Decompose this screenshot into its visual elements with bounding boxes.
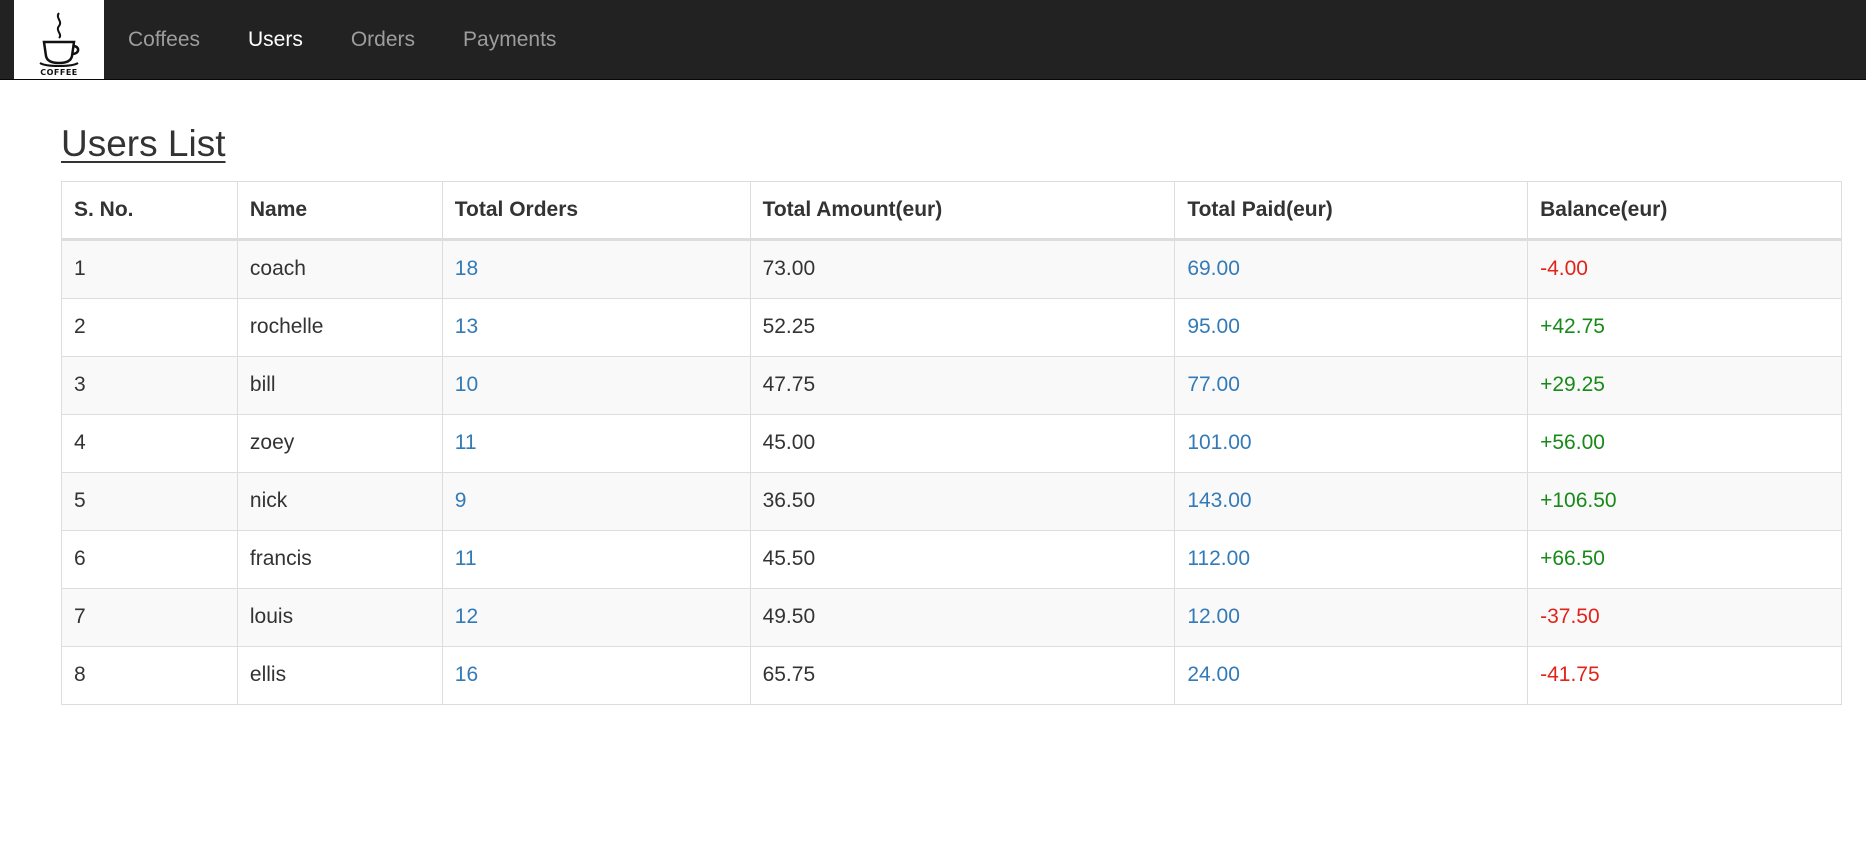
cell-sno: 4	[61, 413, 238, 473]
cell-balance: -4.00	[1527, 238, 1842, 299]
cell-total-paid-link[interactable]: 24.00	[1174, 645, 1529, 705]
cell-sno: 8	[61, 645, 238, 705]
cell-total-amount: 49.50	[749, 587, 1176, 647]
cell-sno: 6	[61, 529, 238, 589]
cell-balance: +29.25	[1527, 355, 1842, 415]
cell-balance: +56.00	[1527, 413, 1842, 473]
cell-total-paid-link[interactable]: 69.00	[1174, 238, 1529, 299]
cell-total-amount: 65.75	[749, 645, 1176, 705]
cell-balance: -37.50	[1527, 587, 1842, 647]
nav-item-payments[interactable]: Payments	[439, 0, 580, 79]
table-row: 6 francis 11 45.50 112.00 +66.50	[61, 529, 1842, 589]
coffee-cup-icon	[39, 12, 80, 67]
cell-sno: 3	[61, 355, 238, 415]
page-title: Users List	[61, 123, 226, 164]
cell-total-paid-link[interactable]: 95.00	[1174, 297, 1529, 357]
cell-total-paid-link[interactable]: 112.00	[1174, 529, 1529, 589]
table-row: 7 louis 12 49.50 12.00 -37.50	[61, 587, 1842, 647]
cell-total-amount: 47.75	[749, 355, 1176, 415]
cell-total-amount: 45.00	[749, 413, 1176, 473]
nav-item-coffees[interactable]: Coffees	[104, 0, 224, 79]
table-header-row: S. No. Name Total Orders Total Amount(eu…	[61, 180, 1842, 241]
cell-name: francis	[236, 529, 443, 589]
cell-total-orders-link[interactable]: 16	[441, 645, 751, 705]
nav-item-orders[interactable]: Orders	[327, 0, 439, 79]
cell-name: louis	[236, 587, 443, 647]
main-content: Users List S. No. Name Total Orders Tota…	[0, 80, 1866, 705]
cell-total-paid-link[interactable]: 143.00	[1174, 471, 1529, 531]
cell-name: nick	[236, 471, 443, 531]
table-row: 2 rochelle 13 52.25 95.00 +42.75	[61, 297, 1842, 357]
cell-balance: +106.50	[1527, 471, 1842, 531]
column-header-total-orders: Total Orders	[441, 180, 751, 241]
cell-total-amount: 45.50	[749, 529, 1176, 589]
cell-sno: 2	[61, 297, 238, 357]
cell-name: bill	[236, 355, 443, 415]
cell-name: coach	[236, 238, 443, 299]
cell-total-amount: 73.00	[749, 238, 1176, 299]
table-row: 4 zoey 11 45.00 101.00 +56.00	[61, 413, 1842, 473]
column-header-total-amount: Total Amount(eur)	[749, 180, 1176, 241]
column-header-name: Name	[236, 180, 443, 241]
cell-total-paid-link[interactable]: 77.00	[1174, 355, 1529, 415]
cell-total-amount: 52.25	[749, 297, 1176, 357]
column-header-total-paid: Total Paid(eur)	[1174, 180, 1529, 241]
column-header-sno: S. No.	[61, 180, 238, 241]
cell-total-amount: 36.50	[749, 471, 1176, 531]
cell-balance: +66.50	[1527, 529, 1842, 589]
top-navbar: COFFEE Coffees Users Orders Payments	[0, 0, 1866, 80]
cell-total-orders-link[interactable]: 11	[441, 529, 751, 589]
table-row: 5 nick 9 36.50 143.00 +106.50	[61, 471, 1842, 531]
cell-balance: -41.75	[1527, 645, 1842, 705]
cell-total-orders-link[interactable]: 11	[441, 413, 751, 473]
cell-total-orders-link[interactable]: 13	[441, 297, 751, 357]
brand-logo[interactable]: COFFEE	[14, 0, 104, 79]
column-header-balance: Balance(eur)	[1527, 180, 1842, 241]
nav-menu: Coffees Users Orders Payments	[104, 0, 580, 79]
cell-total-paid-link[interactable]: 12.00	[1174, 587, 1529, 647]
cell-name: ellis	[236, 645, 443, 705]
table-row: 1 coach 18 73.00 69.00 -4.00	[61, 238, 1842, 299]
cell-sno: 5	[61, 471, 238, 531]
cell-sno: 7	[61, 587, 238, 647]
table-row: 3 bill 10 47.75 77.00 +29.25	[61, 355, 1842, 415]
cell-total-orders-link[interactable]: 12	[441, 587, 751, 647]
table-row: 8 ellis 16 65.75 24.00 -41.75	[61, 645, 1842, 705]
cell-total-paid-link[interactable]: 101.00	[1174, 413, 1529, 473]
logo-text: COFFEE	[40, 68, 78, 77]
cell-total-orders-link[interactable]: 9	[441, 471, 751, 531]
cell-total-orders-link[interactable]: 10	[441, 355, 751, 415]
users-table: S. No. Name Total Orders Total Amount(eu…	[61, 180, 1842, 705]
cell-sno: 1	[61, 238, 238, 299]
cell-name: zoey	[236, 413, 443, 473]
cell-balance: +42.75	[1527, 297, 1842, 357]
nav-item-users[interactable]: Users	[224, 0, 327, 79]
cell-name: rochelle	[236, 297, 443, 357]
cell-total-orders-link[interactable]: 18	[441, 238, 751, 299]
